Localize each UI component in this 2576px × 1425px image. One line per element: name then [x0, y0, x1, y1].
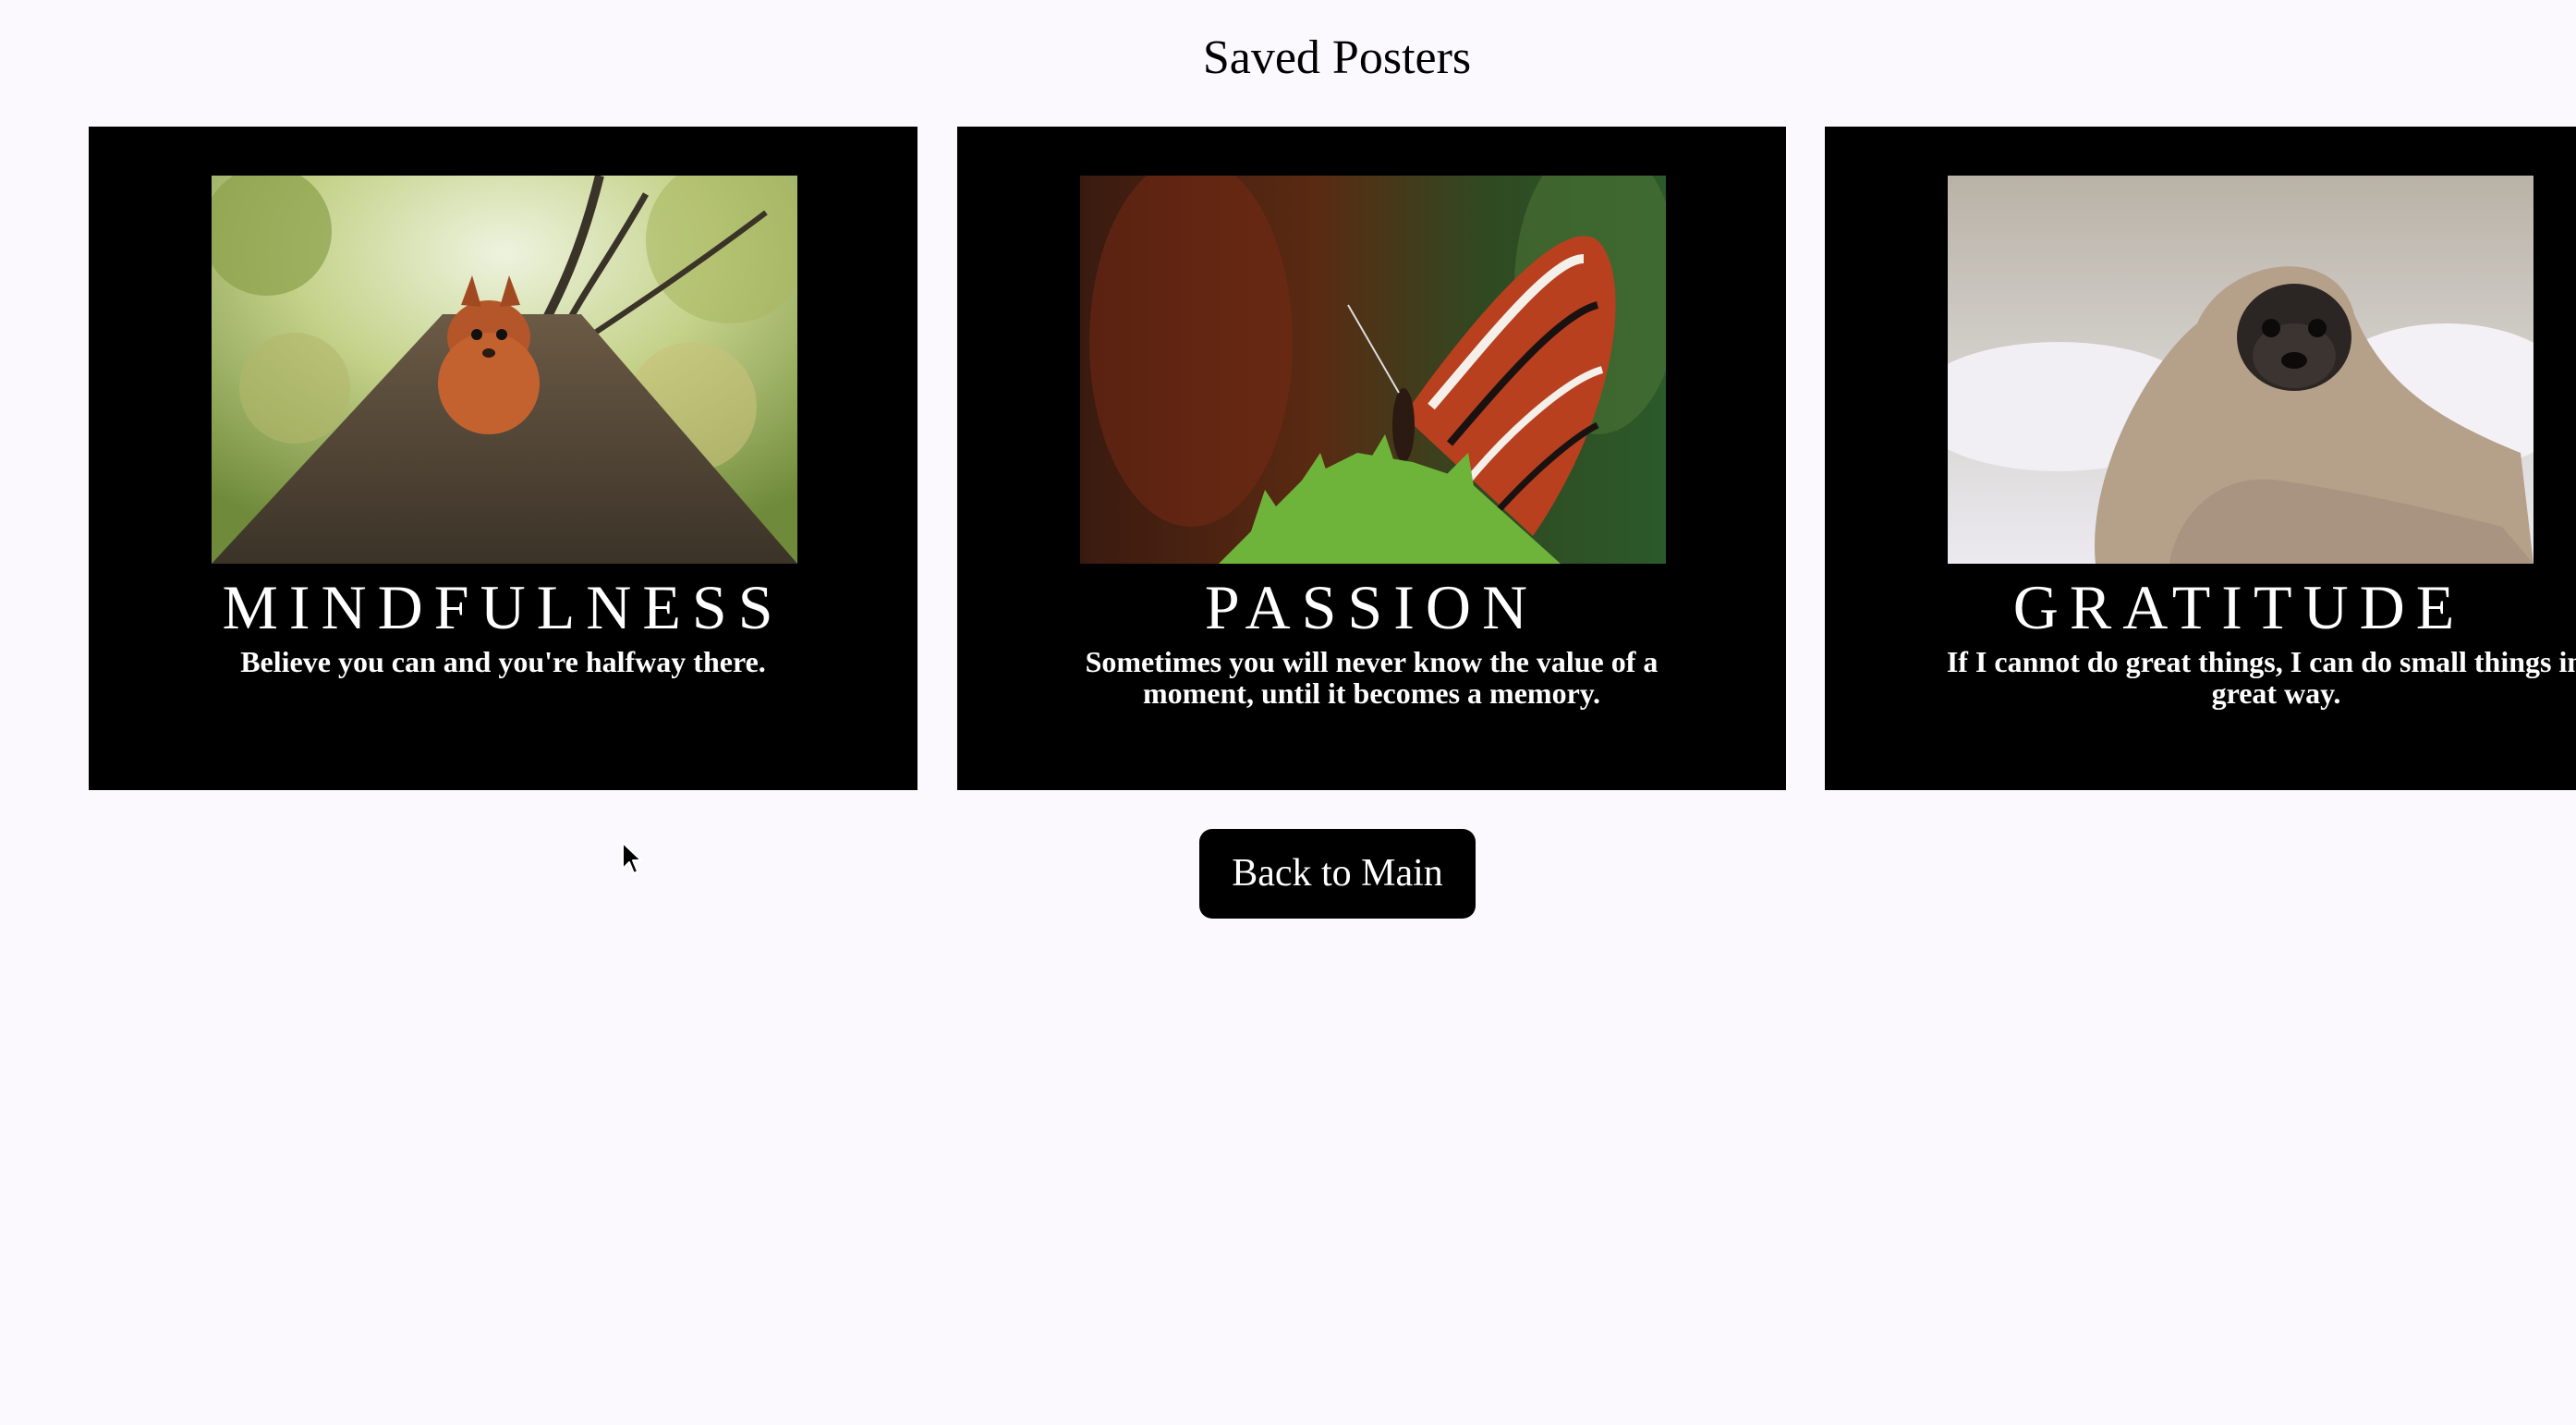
saved-poster[interactable]: GRATITUDE If I cannot do great things, I…	[1825, 127, 2576, 790]
pug-in-blanket-photo	[1948, 176, 2533, 564]
poster-title: PASSION	[1204, 572, 1539, 642]
mouse-pointer-icon	[622, 842, 642, 874]
back-to-main-button[interactable]: Back to Main	[1199, 829, 1476, 919]
butterfly-on-fern-photo	[1080, 176, 1666, 564]
poster-image	[212, 176, 797, 564]
poster-image	[1080, 176, 1666, 564]
poster-quote: Sometimes you will never know the value …	[1085, 645, 1659, 710]
squirrel-on-tree-photo	[212, 176, 797, 564]
poster-title: GRATITUDE	[2012, 572, 2466, 642]
page-title: Saved Posters	[1202, 31, 1472, 84]
poster-title: MINDFULNESS	[222, 572, 784, 642]
poster-quote: If I cannot do great things, I can do sm…	[1946, 645, 2576, 710]
poster-image	[1948, 176, 2533, 564]
saved-poster[interactable]: MINDFULNESS Believe you can and you're h…	[89, 127, 917, 790]
poster-quote: Believe you can and you're halfway there…	[240, 645, 766, 678]
saved-poster[interactable]: PASSION Sometimes you will never know th…	[957, 127, 1786, 790]
